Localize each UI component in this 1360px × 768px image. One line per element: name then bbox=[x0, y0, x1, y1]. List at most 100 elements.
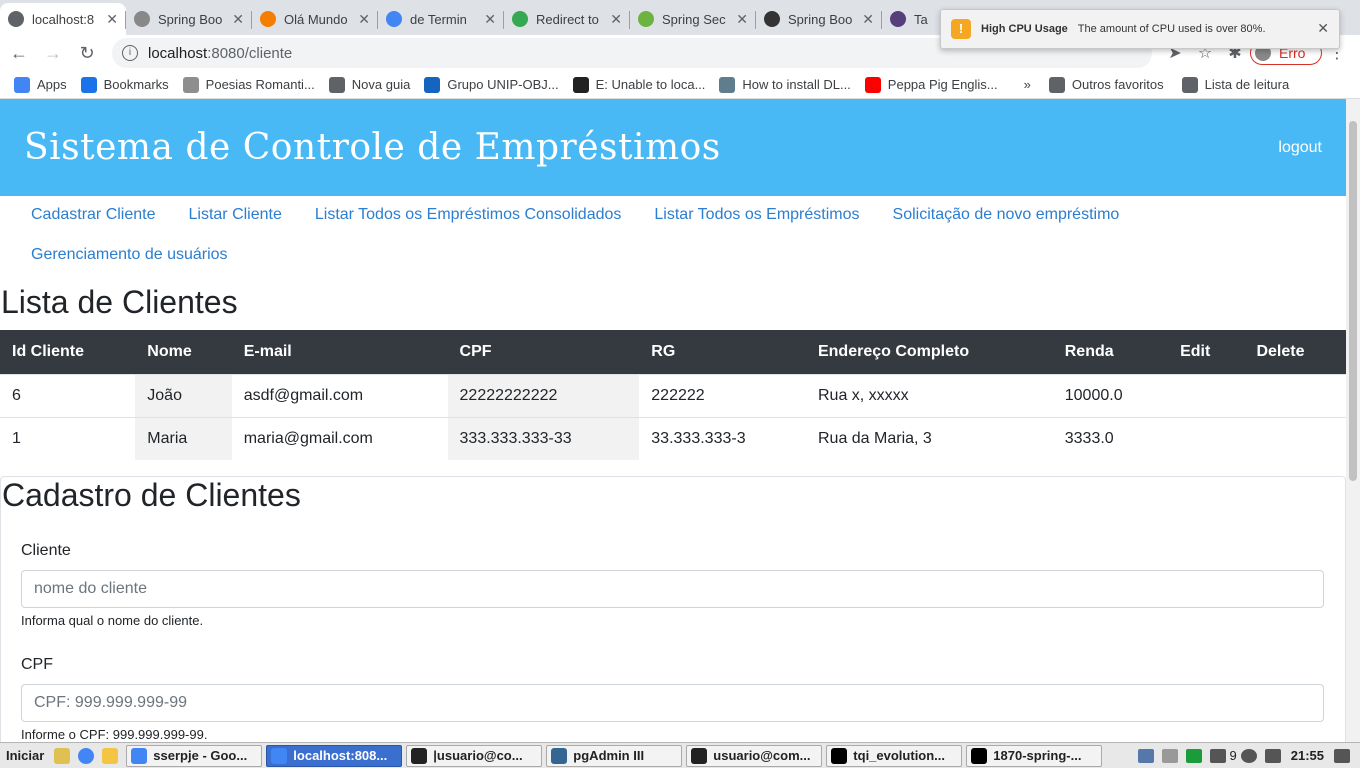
user-icon[interactable] bbox=[1240, 748, 1257, 763]
menu-link[interactable]: Cadastrar Cliente bbox=[14, 204, 172, 244]
task-label: |usuario@co... bbox=[433, 748, 523, 763]
text-input[interactable]: CPF: 999.999.999-99 bbox=[21, 684, 1324, 722]
close-tab-icon[interactable]: ✕ bbox=[736, 11, 748, 28]
bookmark-item[interactable]: How to install DL... bbox=[719, 76, 851, 93]
close-tab-icon[interactable]: ✕ bbox=[862, 11, 874, 28]
tab-label: Redirect to bbox=[536, 11, 599, 27]
close-icon[interactable]: ✕ bbox=[1317, 20, 1329, 37]
bookmark-item[interactable]: E: Unable to loca... bbox=[572, 76, 705, 93]
tab-label: Spring Boo bbox=[788, 11, 853, 27]
task-label: sserpje - Goo... bbox=[153, 748, 248, 763]
task-icon bbox=[691, 747, 708, 764]
bookmark-item[interactable]: Peppa Pig Englis... bbox=[864, 76, 998, 93]
bookmark-label: Apps bbox=[37, 77, 67, 92]
reading-list[interactable]: Lista de leitura bbox=[1181, 76, 1290, 93]
browser-tab[interactable]: Spring Sec ✕ bbox=[630, 3, 756, 35]
page-scrollbar[interactable] bbox=[1346, 99, 1360, 742]
browser-tab[interactable]: localhost:8 ✕ bbox=[0, 3, 126, 35]
start-button[interactable]: Iniciar bbox=[0, 748, 50, 763]
tab-favicon-icon bbox=[260, 11, 276, 27]
taskbar-task[interactable]: 1870-spring-... bbox=[966, 744, 1103, 767]
power-icon[interactable] bbox=[1264, 748, 1281, 763]
taskbar-task[interactable]: sserpje - Goo... bbox=[126, 744, 263, 767]
taskbar-task[interactable]: pgAdmin III bbox=[546, 744, 683, 767]
bookmark-icon bbox=[864, 76, 881, 93]
reload-icon[interactable]: ↻ bbox=[72, 43, 102, 64]
site-info-icon[interactable]: i bbox=[122, 45, 138, 61]
network-icon[interactable] bbox=[1161, 748, 1178, 763]
forward-icon[interactable]: → bbox=[38, 43, 68, 64]
text-input[interactable]: nome do cliente bbox=[21, 570, 1324, 608]
folder-icon bbox=[1048, 76, 1065, 93]
close-tab-icon[interactable]: ✕ bbox=[106, 11, 118, 28]
column-header: CPF bbox=[447, 330, 640, 374]
bookmark-item[interactable]: Bookmarks bbox=[80, 76, 169, 93]
close-tab-icon[interactable]: ✕ bbox=[484, 11, 496, 28]
browser-tab[interactable]: Redirect to ✕ bbox=[504, 3, 630, 35]
back-icon[interactable]: ← bbox=[4, 43, 34, 64]
table-cell: Maria bbox=[135, 416, 232, 460]
table-cell: asdf@gmail.com bbox=[231, 373, 448, 417]
bookmarks-overflow-icon[interactable]: » bbox=[1024, 77, 1031, 92]
speaker-icon[interactable] bbox=[1334, 748, 1350, 763]
browser-tab[interactable]: Spring Boo ✕ bbox=[126, 3, 252, 35]
table-row: 1 Maria maria@gmail.com 333.333.333-33 33.33… bbox=[0, 416, 1346, 460]
field-help: Informa qual o nome do cliente. bbox=[21, 613, 204, 628]
folder-icon[interactable] bbox=[102, 747, 119, 764]
taskbar-task[interactable]: tqi_evolution... bbox=[826, 744, 963, 767]
menu-link[interactable]: Listar Todos os Empréstimos Consolidados bbox=[298, 204, 638, 244]
table-row: 6 João asdf@gmail.com 22222222222 222222 Rua … bbox=[0, 373, 1346, 417]
taskbar-task[interactable]: localhost:808... bbox=[266, 744, 403, 767]
menu-link[interactable]: Gerenciamento de usuários bbox=[14, 244, 244, 284]
taskbar-task[interactable]: usuario@com... bbox=[686, 744, 823, 767]
task-label: localhost:808... bbox=[293, 748, 388, 763]
table-cell bbox=[1168, 373, 1245, 417]
volume-icon[interactable] bbox=[1209, 748, 1226, 763]
column-header: Renda bbox=[1052, 330, 1169, 374]
browser-tab[interactable]: Olá Mundo ✕ bbox=[252, 3, 378, 35]
bookmark-icon bbox=[80, 76, 97, 93]
table-cell bbox=[1168, 416, 1245, 460]
bookmarks-bar: Apps Bookmarks Poesias Romanti... Nova guia… bbox=[0, 71, 1360, 99]
other-favorites-label: Outros favoritos bbox=[1071, 77, 1164, 92]
tab-label: de Termin bbox=[410, 11, 467, 27]
browser-tab[interactable]: Spring Boo ✕ bbox=[756, 3, 882, 35]
other-favorites[interactable]: Outros favoritos bbox=[1048, 76, 1164, 93]
bookmark-label: How to install DL... bbox=[742, 77, 851, 92]
close-tab-icon[interactable]: ✕ bbox=[358, 11, 370, 28]
table-cell: 222222 bbox=[639, 373, 806, 417]
taskbar-task[interactable]: |usuario@co... bbox=[406, 744, 543, 767]
task-icon bbox=[411, 747, 428, 764]
bookmark-icon bbox=[719, 76, 736, 93]
bookmark-label: Bookmarks bbox=[103, 77, 169, 92]
menu-link[interactable]: Solicitação de novo empréstimo bbox=[876, 204, 1136, 244]
table-header-row: Id Cliente Nome E-mail CPF RG Endereço Comple… bbox=[0, 330, 1346, 374]
bookmark-item[interactable]: Nova guia bbox=[328, 76, 410, 93]
form-title: Cadastro de Clientes bbox=[2, 477, 301, 513]
flag-icon[interactable] bbox=[1185, 748, 1202, 763]
column-header: Delete bbox=[1244, 330, 1346, 374]
bookmark-item[interactable]: Grupo UNIP-OBJ... bbox=[424, 76, 559, 93]
menu-link[interactable]: Listar Cliente bbox=[172, 204, 298, 244]
chrome-icon[interactable] bbox=[78, 747, 95, 764]
scrollbar-thumb[interactable] bbox=[1349, 121, 1357, 481]
task-label: pgAdmin III bbox=[573, 748, 645, 763]
bookmark-item[interactable]: Apps bbox=[14, 76, 67, 93]
column-header: Edit bbox=[1168, 330, 1245, 374]
logout-link[interactable]: logout bbox=[1278, 139, 1322, 157]
browser-tab[interactable]: de Termin ✕ bbox=[378, 3, 504, 35]
bookmark-icon bbox=[328, 76, 345, 93]
table-cell: João bbox=[135, 373, 232, 417]
bookmark-item[interactable]: Poesias Romanti... bbox=[182, 76, 315, 93]
close-tab-icon[interactable]: ✕ bbox=[610, 11, 622, 28]
table-cell bbox=[1244, 416, 1346, 460]
close-tab-icon[interactable]: ✕ bbox=[232, 11, 244, 28]
menu-link[interactable]: Listar Todos os Empréstimos bbox=[637, 204, 875, 244]
bookmark-icon bbox=[424, 76, 441, 93]
reading-list-label: Lista de leitura bbox=[1204, 77, 1290, 92]
task-icon bbox=[271, 747, 288, 764]
file-manager-icon[interactable] bbox=[54, 747, 71, 764]
field-label: Cliente bbox=[21, 542, 71, 559]
cpu-notification: ! High CPU Usage The amount of CPU used … bbox=[940, 9, 1340, 49]
shield-icon[interactable] bbox=[1137, 748, 1154, 763]
